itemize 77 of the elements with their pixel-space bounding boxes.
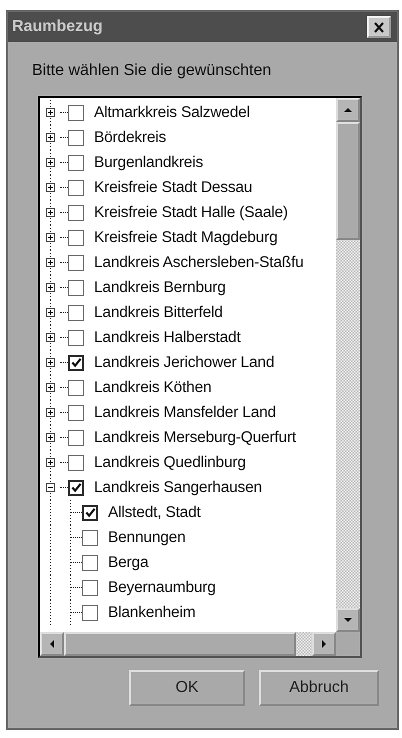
prompt-text: Bitte wählen Sie die gewünschten — [32, 62, 272, 80]
scrollbar-corner — [336, 632, 360, 656]
scroll-up-button[interactable] — [336, 98, 360, 122]
checkbox[interactable] — [68, 130, 84, 146]
expand-icon[interactable] — [46, 208, 54, 217]
tree-item-label[interactable]: Landkreis Quedlinburg — [94, 454, 246, 472]
window-title: Raumbezug — [12, 18, 103, 36]
scroll-right-button[interactable] — [312, 632, 336, 656]
checkbox[interactable] — [68, 430, 84, 446]
checkbox[interactable] — [82, 530, 98, 546]
tree-item-label[interactable]: Kreisfreie Stadt Dessau — [94, 178, 252, 196]
expand-icon[interactable] — [46, 408, 54, 417]
expand-icon[interactable] — [46, 458, 54, 467]
checkbox[interactable] — [82, 504, 98, 520]
tree-item-label[interactable]: Altmarkkreis Salzwedel — [94, 104, 250, 122]
checkbox[interactable] — [68, 354, 84, 370]
checkbox[interactable] — [68, 280, 84, 296]
tree-item-label[interactable]: Landkreis Köthen — [94, 378, 212, 396]
vertical-scrollbar[interactable] — [336, 98, 360, 632]
caret-icon — [344, 108, 352, 112]
expand-icon[interactable] — [46, 258, 54, 267]
tree-item-label[interactable]: Landkreis Bitterfeld — [94, 304, 223, 322]
expand-icon[interactable] — [46, 333, 54, 342]
tree-item-label[interactable]: Bennungen — [108, 528, 186, 546]
expand-icon[interactable] — [46, 108, 54, 117]
tree-item-label[interactable]: Beyernaumburg — [108, 578, 216, 596]
expand-icon[interactable] — [46, 383, 54, 392]
scrollbar-thumb[interactable] — [336, 122, 360, 240]
horizontal-scrollbar[interactable] — [40, 632, 336, 656]
tree-item-label[interactable]: Landkreis Bernburg — [94, 278, 226, 296]
tree-item-label[interactable]: Landkreis Merseburg-Querfurt — [94, 428, 296, 446]
checkbox[interactable] — [82, 604, 98, 620]
checkbox[interactable] — [68, 180, 84, 196]
scroll-left-button[interactable] — [40, 632, 64, 656]
scrollbar-thumb[interactable] — [64, 632, 296, 656]
ok-button[interactable]: OK — [129, 670, 245, 706]
checkbox[interactable] — [68, 380, 84, 396]
expand-icon[interactable] — [46, 283, 54, 292]
expand-icon[interactable] — [46, 358, 54, 367]
tree-item-label[interactable]: Landkreis Sangerhausen — [94, 478, 262, 496]
tree-item-label[interactable]: Landkreis Mansfelder Land — [94, 404, 276, 422]
checkbox[interactable] — [82, 580, 98, 596]
expand-icon[interactable] — [46, 308, 54, 317]
expand-icon[interactable] — [46, 233, 54, 242]
close-icon — [373, 22, 385, 32]
caret-icon — [322, 640, 326, 648]
tree-item-label[interactable]: Blankenheim — [108, 604, 196, 622]
tree-item-label[interactable]: Landkreis Jerichower Land — [94, 354, 274, 372]
tree-item-label[interactable]: Kreisfreie Stadt Magdeburg — [94, 228, 278, 246]
expand-icon[interactable] — [46, 433, 54, 442]
tree-item-label[interactable]: Berga — [108, 554, 148, 572]
tree-item-label[interactable]: Bördekreis — [94, 128, 166, 146]
expand-icon[interactable] — [46, 133, 54, 142]
checkbox[interactable] — [68, 404, 84, 420]
checkbox[interactable] — [68, 330, 84, 346]
checkbox[interactable] — [68, 454, 84, 470]
checkbox[interactable] — [68, 204, 84, 220]
tree-item-label[interactable]: Allstedt, Stadt — [108, 504, 201, 522]
checkbox[interactable] — [68, 104, 84, 120]
checkbox[interactable] — [68, 230, 84, 246]
tree-item-label[interactable]: Landkreis Halberstadt — [94, 328, 241, 346]
caret-icon — [344, 618, 352, 622]
checkbox[interactable] — [68, 254, 84, 270]
close-button[interactable] — [367, 16, 391, 38]
tree-item-label[interactable]: Kreisfreie Stadt Halle (Saale) — [94, 204, 288, 222]
caret-icon — [50, 640, 54, 648]
checkbox[interactable] — [82, 554, 98, 570]
expand-icon[interactable] — [46, 183, 54, 192]
expand-icon[interactable] — [46, 158, 54, 167]
checkbox[interactable] — [68, 154, 84, 170]
checkbox[interactable] — [68, 304, 84, 320]
collapse-icon[interactable] — [46, 483, 54, 492]
cancel-button[interactable]: Abbruch — [259, 670, 379, 706]
tree-item-label[interactable]: Landkreis Aschersleben-Staßfu — [94, 254, 304, 272]
scroll-down-button[interactable] — [336, 608, 360, 632]
tree-item-label[interactable]: Burgenlandkreis — [94, 154, 204, 172]
checkbox[interactable] — [68, 480, 84, 496]
